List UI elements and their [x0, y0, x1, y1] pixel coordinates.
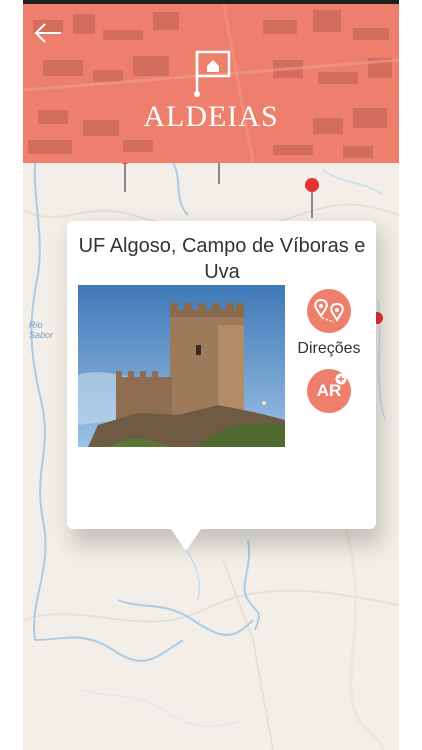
ar-plus-icon: [335, 373, 347, 385]
arrow-left-icon[interactable]: [33, 20, 63, 46]
directions-label[interactable]: Direções: [297, 340, 361, 358]
map-pin[interactable]: [304, 176, 320, 220]
village-flag-icon: [194, 50, 231, 97]
village-name: UF Algoso, Campo de Víboras e Uva: [78, 235, 366, 283]
directions-button[interactable]: [307, 289, 351, 333]
page-title: ALDEIAS: [143, 100, 279, 133]
river-label: Rio Sabor: [29, 320, 54, 340]
ar-button[interactable]: AR: [307, 369, 351, 413]
castle-photo[interactable]: [78, 285, 285, 447]
header-banner: ALDEIAS: [23, 0, 399, 163]
status-bar: [23, 0, 399, 4]
directions-pins-icon: [314, 298, 344, 323]
popup-pointer: [171, 529, 201, 551]
app-screen: Rio Sabor ALDEIAS UF Algoso, Campo de Ví…: [23, 0, 399, 750]
village-info-popup: UF Algoso, Campo de Víboras e Uva Direçõ…: [67, 221, 376, 529]
